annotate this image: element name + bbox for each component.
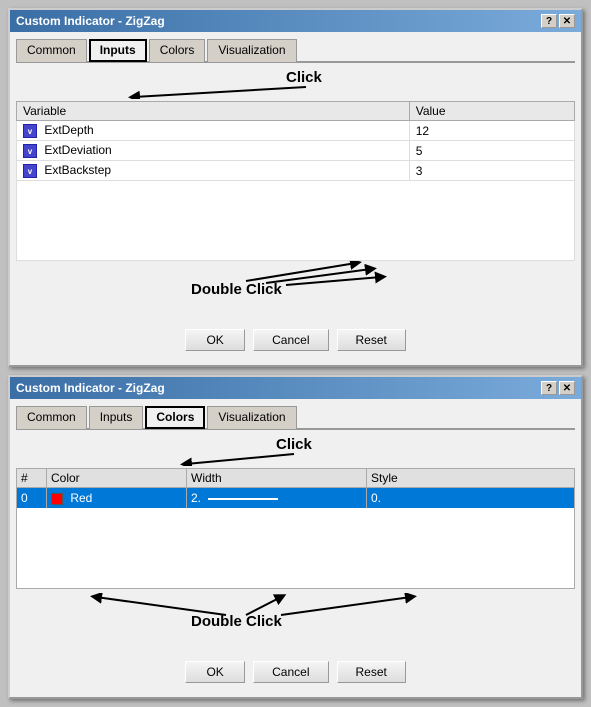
titlebar-buttons-1: ? ✕ <box>541 14 575 28</box>
var-icon: v <box>23 144 37 158</box>
table-row[interactable]: v ExtBackstep 3 <box>17 161 575 181</box>
table-empty-area <box>17 508 574 588</box>
dialog-2-footer: OK Cancel Reset <box>16 653 575 691</box>
colors-table-container: # Color Width Style 0 Red 2. 0. <box>16 468 575 589</box>
row-color[interactable]: Red <box>47 488 187 508</box>
tab-colors-2[interactable]: Colors <box>145 406 205 429</box>
col-width-header: Width <box>187 469 367 487</box>
row-num: 0 <box>17 488 47 508</box>
var-icon: v <box>23 124 37 138</box>
tab-visualization-2[interactable]: Visualization <box>207 406 296 429</box>
help-button-1[interactable]: ? <box>541 14 557 28</box>
tab-colors-1[interactable]: Colors <box>149 39 206 62</box>
var-name: ExtDeviation <box>44 143 111 157</box>
dialog-1-tabs: Common Inputs Colors Visualization <box>16 38 575 63</box>
cancel-button-2[interactable]: Cancel <box>253 661 328 683</box>
width-value: 2. <box>191 491 201 505</box>
click-arrow-1 <box>16 69 575 99</box>
col-value: Value <box>409 102 574 121</box>
var-name: ExtDepth <box>44 123 93 137</box>
var-value[interactable]: 12 <box>409 121 574 141</box>
colors-table-header: # Color Width Style <box>17 469 574 488</box>
help-button-2[interactable]: ? <box>541 381 557 395</box>
color-name: Red <box>70 491 92 505</box>
dblclick-arrows-1 <box>16 261 575 321</box>
table-row[interactable]: v ExtDepth 12 <box>17 121 575 141</box>
titlebar-buttons-2: ? ✕ <box>541 381 575 395</box>
reset-button-1[interactable]: Reset <box>337 329 406 351</box>
dblclick-arrows-2 <box>16 593 575 653</box>
width-slider[interactable] <box>208 498 278 500</box>
var-value[interactable]: 3 <box>409 161 574 181</box>
cancel-button-1[interactable]: Cancel <box>253 329 328 351</box>
dialog-1-body: Common Inputs Colors Visualization Click <box>10 32 581 365</box>
style-value: 0. <box>371 491 381 505</box>
inputs-table: Variable Value v ExtDepth 12 v ExtDeviat… <box>16 101 575 261</box>
dialog-2-tabs: Common Inputs Colors Visualization <box>16 405 575 430</box>
col-variable: Variable <box>17 102 410 121</box>
dialog-2-body: Common Inputs Colors Visualization Click… <box>10 399 581 697</box>
click-arrow-2 <box>16 436 575 466</box>
dialog-2-title: Custom Indicator - ZigZag <box>16 381 165 395</box>
var-name: ExtBackstep <box>44 163 111 177</box>
dialog-1-titlebar: Custom Indicator - ZigZag ? ✕ <box>10 10 581 32</box>
var-icon: v <box>23 164 37 178</box>
close-button-2[interactable]: ✕ <box>559 381 575 395</box>
var-value[interactable]: 5 <box>409 141 574 161</box>
tab-common-2[interactable]: Common <box>16 406 87 429</box>
tab-visualization-1[interactable]: Visualization <box>207 39 296 62</box>
dialog-2-titlebar: Custom Indicator - ZigZag ? ✕ <box>10 377 581 399</box>
row-width[interactable]: 2. <box>187 488 367 508</box>
tab-common-1[interactable]: Common <box>16 39 87 62</box>
col-hash-header: # <box>17 469 47 487</box>
reset-button-2[interactable]: Reset <box>337 661 406 683</box>
tab-inputs-1[interactable]: Inputs <box>89 39 147 62</box>
ok-button-2[interactable]: OK <box>185 661 245 683</box>
col-color-header: Color <box>47 469 187 487</box>
color-swatch <box>51 493 63 505</box>
colors-table-row[interactable]: 0 Red 2. 0. <box>17 488 574 508</box>
table-row[interactable]: v ExtDeviation 5 <box>17 141 575 161</box>
dialog-1: Custom Indicator - ZigZag ? ✕ Common Inp… <box>8 8 583 367</box>
tab-inputs-2[interactable]: Inputs <box>89 406 144 429</box>
dialog-2: Custom Indicator - ZigZag ? ✕ Common Inp… <box>8 375 583 699</box>
row-style[interactable]: 0. <box>367 488 467 508</box>
dialog-1-title: Custom Indicator - ZigZag <box>16 14 165 28</box>
col-style-header: Style <box>367 469 467 487</box>
dialog-1-footer: OK Cancel Reset <box>16 321 575 359</box>
ok-button-1[interactable]: OK <box>185 329 245 351</box>
close-button-1[interactable]: ✕ <box>559 14 575 28</box>
